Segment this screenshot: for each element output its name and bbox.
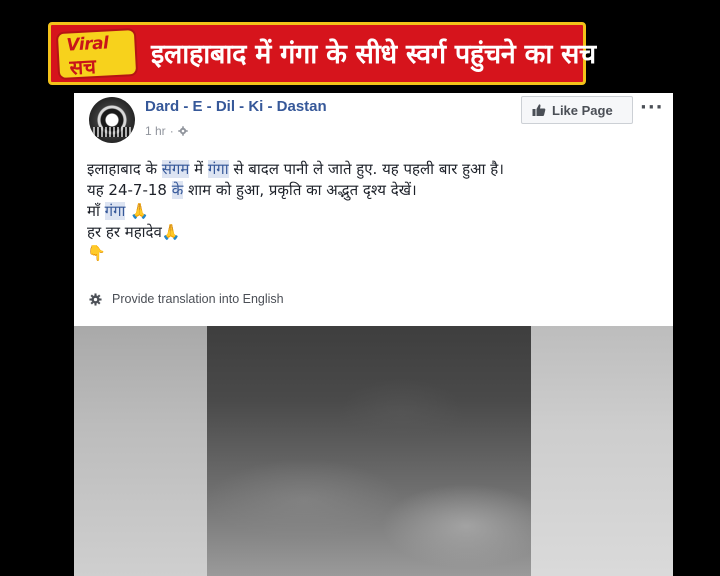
video-blur-right	[531, 326, 673, 576]
meta-separator: ·	[169, 124, 174, 138]
post-meta: 1 hr ·	[145, 124, 188, 138]
viral-sach-banner: Viral सच इलाहाबाद में गंगा के सीधे स्वर्…	[48, 22, 596, 85]
like-page-label: Like Page	[552, 102, 613, 118]
facebook-post-card: Dard - E - Dil - Ki - Dastan 1 hr · Like…	[74, 93, 673, 576]
post-video[interactable]	[74, 326, 673, 576]
hashtag-ganga[interactable]: गंगा	[207, 160, 229, 178]
translation-link[interactable]: Provide translation into English	[89, 292, 284, 306]
gear-icon	[89, 292, 102, 306]
hashtag-ke[interactable]: के	[171, 181, 184, 199]
post-body-text: इलाहाबाद के संगम में गंगा से बादल पानी ल…	[87, 159, 662, 264]
post-text-line-4: हर हर महादेव🙏	[87, 223, 181, 241]
post-timestamp[interactable]: 1 hr	[145, 124, 166, 138]
post-text-line-2: यह 24-7-18 के शाम को हुआ, प्रकृति का अद्…	[87, 181, 417, 199]
page-name-link[interactable]: Dard - E - Dil - Ki - Dastan	[145, 98, 327, 115]
hashtag-sangam[interactable]: संगम	[161, 160, 190, 178]
pointing-down-emoji: 👇	[87, 244, 106, 262]
viral-sach-logo: Viral सच	[55, 27, 139, 81]
like-page-button[interactable]: Like Page	[521, 96, 633, 124]
post-text-line-3: माँ गंगा 🙏	[87, 202, 149, 220]
folded-hands-emoji: 🙏	[125, 202, 149, 220]
page-avatar[interactable]	[89, 97, 135, 143]
post-text-line-1: इलाहाबाद के संगम में गंगा से बादल पानी ल…	[87, 160, 504, 178]
banner-headline: इलाहाबाद में गंगा के सीधे स्वर्ग पहुंचने…	[151, 39, 596, 70]
avatar-pattern	[93, 127, 131, 137]
hashtag-ganga-2[interactable]: गंगा	[104, 202, 126, 220]
video-frame-clouds	[207, 326, 531, 576]
post-text-line-5: 👇	[87, 243, 662, 264]
translation-label: Provide translation into English	[112, 292, 284, 306]
logo-text-sach: सच	[69, 54, 97, 80]
folded-hands-emoji-2: 🙏	[161, 223, 181, 241]
video-blur-left	[74, 326, 207, 576]
more-options-icon[interactable]: ···	[640, 97, 664, 118]
thumbs-up-icon	[532, 104, 546, 116]
audience-gear-icon[interactable]	[177, 126, 188, 136]
